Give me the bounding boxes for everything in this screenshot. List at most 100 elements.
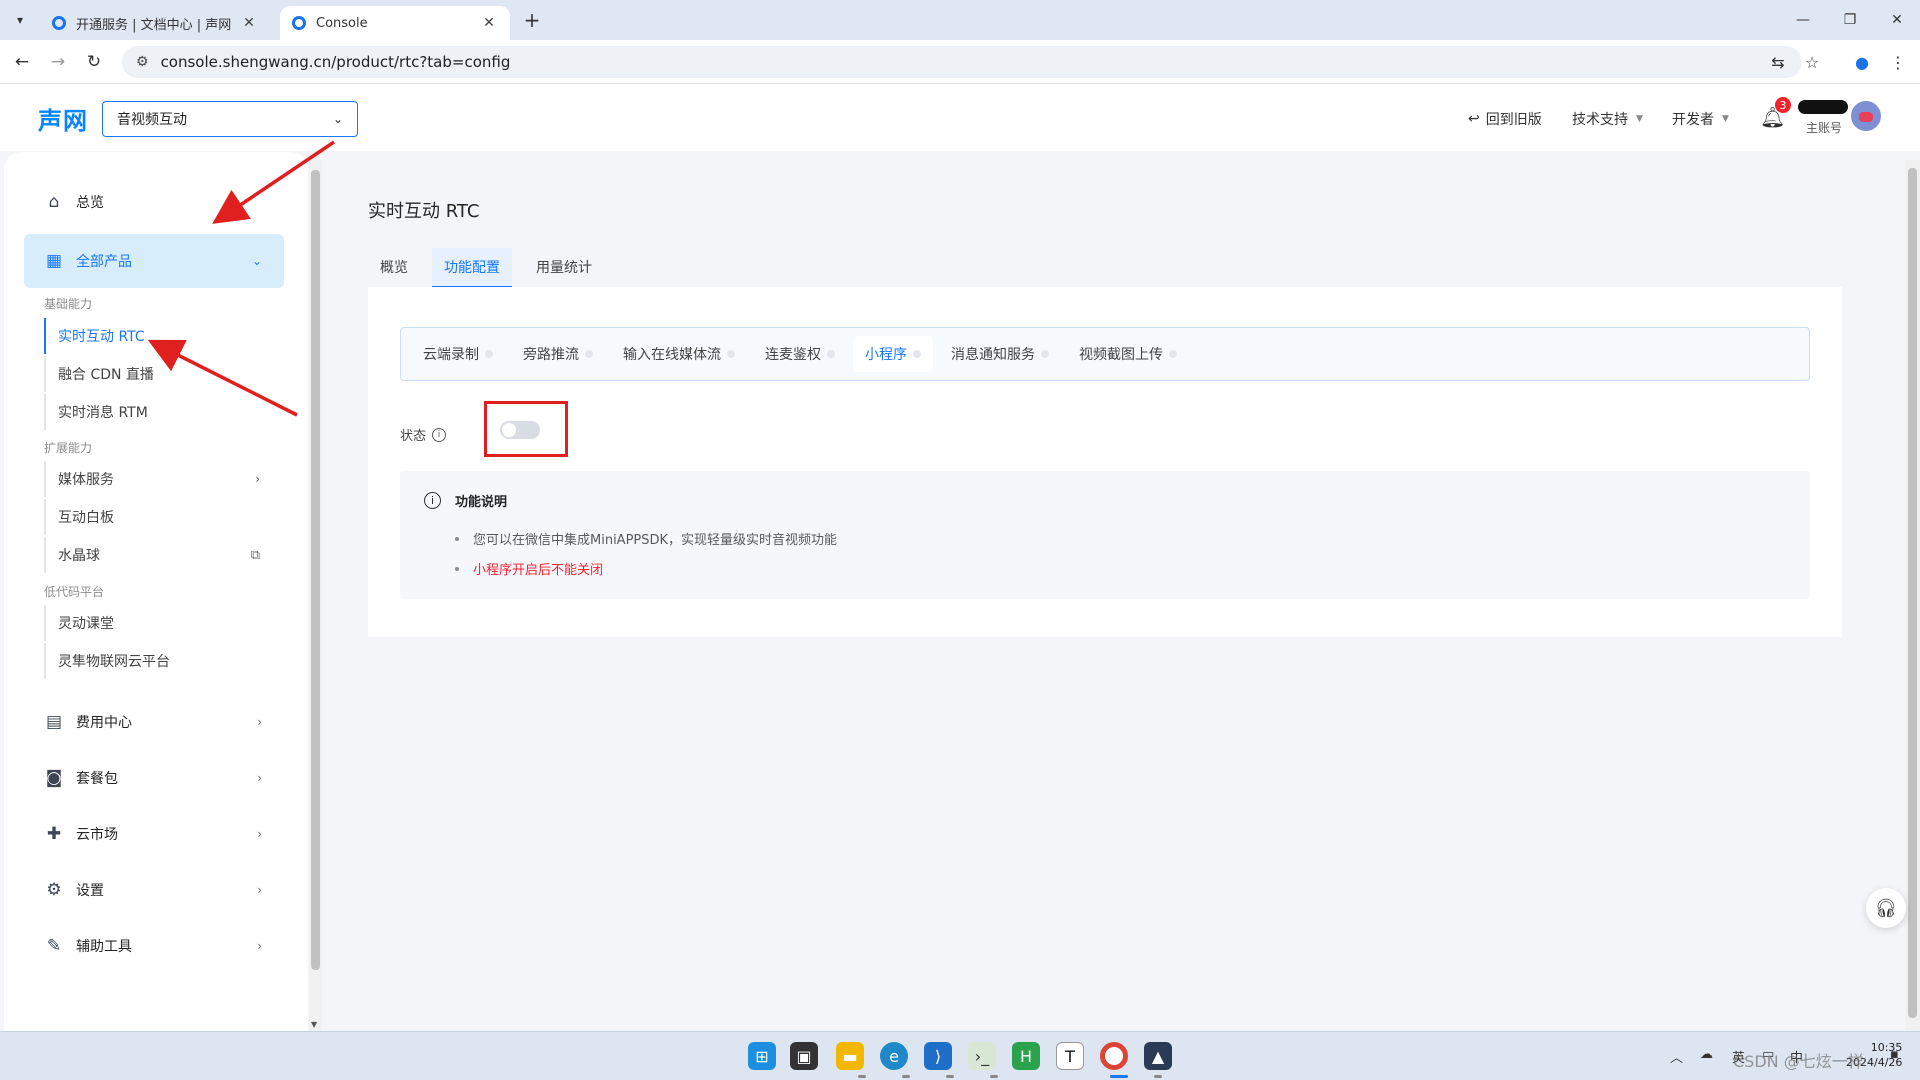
toggle-knob bbox=[502, 423, 516, 437]
status-dot bbox=[913, 350, 921, 358]
sidebar-item-crystal-ball[interactable]: 水晶球 ⧉ bbox=[44, 537, 280, 573]
browser-tab-bar: ▾ 开通服务 | 文档中心 | 声网 ✕ Console ✕ + — ❐ ✕ bbox=[0, 0, 1920, 40]
chevron-right-icon: › bbox=[257, 715, 262, 729]
hbuilder-icon[interactable]: H bbox=[1012, 1042, 1040, 1070]
subtab-cohost-auth[interactable]: 连麦鉴权 bbox=[753, 336, 847, 372]
subtab-label: 小程序 bbox=[865, 347, 907, 363]
chrome-icon[interactable] bbox=[1100, 1042, 1128, 1070]
profile-icon[interactable]: ● bbox=[1850, 50, 1874, 74]
return-icon: ↩ bbox=[1468, 111, 1480, 127]
browser-tab-docs[interactable]: 开通服务 | 文档中心 | 声网 ✕ bbox=[40, 6, 270, 40]
sidebar-item-iot[interactable]: 灵隼物联网云平台 bbox=[44, 643, 280, 679]
tech-support-menu[interactable]: 技术支持 ▼ bbox=[1572, 109, 1643, 129]
description-title: 功能说明 bbox=[455, 495, 508, 510]
chevron-down-icon: ⌄ bbox=[332, 112, 343, 126]
back-icon[interactable]: ← bbox=[10, 50, 34, 74]
tab-search-icon[interactable]: ▾ bbox=[8, 8, 32, 32]
sidebar-item-all-products[interactable]: ▦ 全部产品 ⌄ bbox=[24, 234, 284, 288]
sidebar-item-label: 实时互动 RTC bbox=[58, 329, 145, 345]
status-dot bbox=[827, 350, 835, 358]
sidebar-item-market[interactable]: ✚ 云市场 › bbox=[24, 810, 284, 858]
active-indicator bbox=[1110, 1075, 1128, 1078]
sidebar-item-tools[interactable]: ✎ 辅助工具 › bbox=[24, 922, 284, 970]
window-close-icon[interactable]: ✕ bbox=[1874, 0, 1920, 40]
back-to-old-version-link[interactable]: ↩ 回到旧版 bbox=[1468, 109, 1542, 129]
sidebar-item-cdn[interactable]: 融合 CDN 直播 bbox=[44, 356, 280, 392]
bookmark-star-icon[interactable]: ☆ bbox=[1800, 50, 1824, 74]
windows-start-icon[interactable]: ⊞ bbox=[748, 1042, 776, 1070]
tab-usage-stats[interactable]: 用量统计 bbox=[524, 248, 604, 288]
developer-label: 开发者 bbox=[1672, 112, 1714, 128]
onedrive-icon[interactable]: ☁ bbox=[1700, 1047, 1713, 1062]
sidebar-item-rtc[interactable]: 实时互动 RTC bbox=[44, 318, 280, 354]
minimize-icon[interactable]: — bbox=[1780, 0, 1826, 40]
reload-icon[interactable]: ↻ bbox=[82, 50, 106, 74]
restore-icon[interactable]: ❐ bbox=[1827, 0, 1873, 40]
scroll-down-arrow-icon[interactable]: ▼ bbox=[311, 1020, 317, 1029]
forward-icon[interactable]: → bbox=[46, 50, 70, 74]
notification-center-icon[interactable]: ▪ bbox=[1890, 1047, 1899, 1062]
subtab-label: 视频截图上传 bbox=[1079, 347, 1163, 363]
sidebar-item-label: 实时消息 RTM bbox=[58, 405, 148, 421]
sidebar-item-settings[interactable]: ⚙ 设置 › bbox=[24, 866, 284, 914]
page-scroll-thumb[interactable] bbox=[1908, 168, 1917, 1018]
sidebar-item-label: 辅助工具 bbox=[76, 939, 132, 955]
edge-icon[interactable]: e bbox=[880, 1042, 908, 1070]
feature-config-card: 云端录制 旁路推流 输入在线媒体流 连麦鉴权 小程序 消息通知服务 视频截图上传… bbox=[368, 287, 1842, 637]
close-tab-icon[interactable]: ✕ bbox=[480, 15, 498, 31]
home-icon: ⌂ bbox=[48, 192, 60, 212]
terminal-icon[interactable]: ›_ bbox=[968, 1042, 996, 1070]
subtab-mini-program[interactable]: 小程序 bbox=[853, 336, 933, 372]
task-view-icon[interactable]: ▣ bbox=[790, 1042, 818, 1070]
sidebar-item-billing[interactable]: ▤ 费用中心 › bbox=[24, 698, 284, 746]
subtab-cloud-recording[interactable]: 云端录制 bbox=[411, 336, 505, 372]
tech-support-label: 技术支持 bbox=[1572, 112, 1628, 128]
browser-tab-console[interactable]: Console ✕ bbox=[280, 6, 510, 40]
url-field[interactable]: ⚙ console.shengwang.cn/product/rtc?tab=c… bbox=[122, 46, 1802, 78]
sidebar-item-packages[interactable]: ◙ 套餐包 › bbox=[24, 754, 284, 802]
subtab-video-snapshot[interactable]: 视频截图上传 bbox=[1067, 336, 1189, 372]
tab-overview[interactable]: 概览 bbox=[368, 248, 420, 288]
subtab-online-media-stream[interactable]: 输入在线媒体流 bbox=[611, 336, 747, 372]
headset-support-icon[interactable]: 🎧︎ bbox=[1866, 888, 1906, 928]
close-tab-icon[interactable]: ✕ bbox=[240, 15, 258, 31]
app-icon[interactable]: ▲ bbox=[1144, 1042, 1172, 1070]
vscode-icon[interactable]: ⟩ bbox=[924, 1042, 952, 1070]
product-select[interactable]: 音视频互动 ⌄ bbox=[102, 101, 358, 137]
sidebar-item-rtm[interactable]: 实时消息 RTM bbox=[44, 394, 280, 430]
description-heading: i 功能说明 bbox=[424, 491, 507, 510]
file-explorer-icon[interactable]: ▬ bbox=[836, 1042, 864, 1070]
new-tab-icon[interactable]: + bbox=[520, 8, 544, 32]
subtab-push-stream[interactable]: 旁路推流 bbox=[511, 336, 605, 372]
sidebar-item-label: 总览 bbox=[76, 195, 104, 211]
sidebar-scrollbar[interactable]: ▼ bbox=[309, 160, 322, 1031]
tab-feature-config[interactable]: 功能配置 bbox=[432, 248, 512, 288]
running-indicator bbox=[902, 1075, 910, 1078]
info-icon[interactable]: i bbox=[432, 427, 447, 442]
sidebar-item-media[interactable]: 媒体服务 › bbox=[44, 461, 280, 497]
logo[interactable]: 声网 bbox=[38, 101, 88, 136]
sidebar-scroll-thumb[interactable] bbox=[311, 170, 320, 970]
translate-icon[interactable]: ⇆ bbox=[1766, 50, 1790, 74]
product-select-value: 音视频互动 bbox=[117, 112, 187, 128]
page-title: 实时互动 RTC bbox=[368, 201, 480, 222]
app-header: 声网 音视频互动 ⌄ ↩ 回到旧版 技术支持 ▼ 开发者 ▼ 🔔︎ 3 主账号 bbox=[0, 85, 1920, 151]
page-scrollbar[interactable] bbox=[1905, 160, 1920, 1031]
info-icon: i bbox=[424, 492, 441, 509]
sidebar-item-classroom[interactable]: 灵动课堂 bbox=[44, 605, 280, 641]
browser-menu-icon[interactable]: ⋮ bbox=[1886, 50, 1910, 74]
avatar[interactable] bbox=[1851, 101, 1881, 131]
sidebar-item-label: 套餐包 bbox=[76, 771, 118, 787]
sidebar-item-overview[interactable]: ⌂ 总览 bbox=[24, 178, 284, 226]
subtab-message-notification[interactable]: 消息通知服务 bbox=[939, 336, 1061, 372]
sidebar-item-label: 灵动课堂 bbox=[58, 616, 114, 632]
sidebar-item-whiteboard[interactable]: 互动白板 bbox=[44, 499, 280, 535]
tray-expand-icon[interactable]: ︿ bbox=[1670, 1047, 1683, 1066]
site-settings-icon[interactable]: ⚙ bbox=[136, 54, 149, 70]
developer-menu[interactable]: 开发者 ▼ bbox=[1672, 109, 1729, 129]
chevron-down-icon: ⌄ bbox=[251, 254, 262, 268]
group-label-extension: 扩展能力 bbox=[44, 441, 93, 455]
status-toggle[interactable] bbox=[500, 421, 540, 439]
status-dot bbox=[585, 350, 593, 358]
typora-icon[interactable]: T bbox=[1056, 1042, 1084, 1070]
